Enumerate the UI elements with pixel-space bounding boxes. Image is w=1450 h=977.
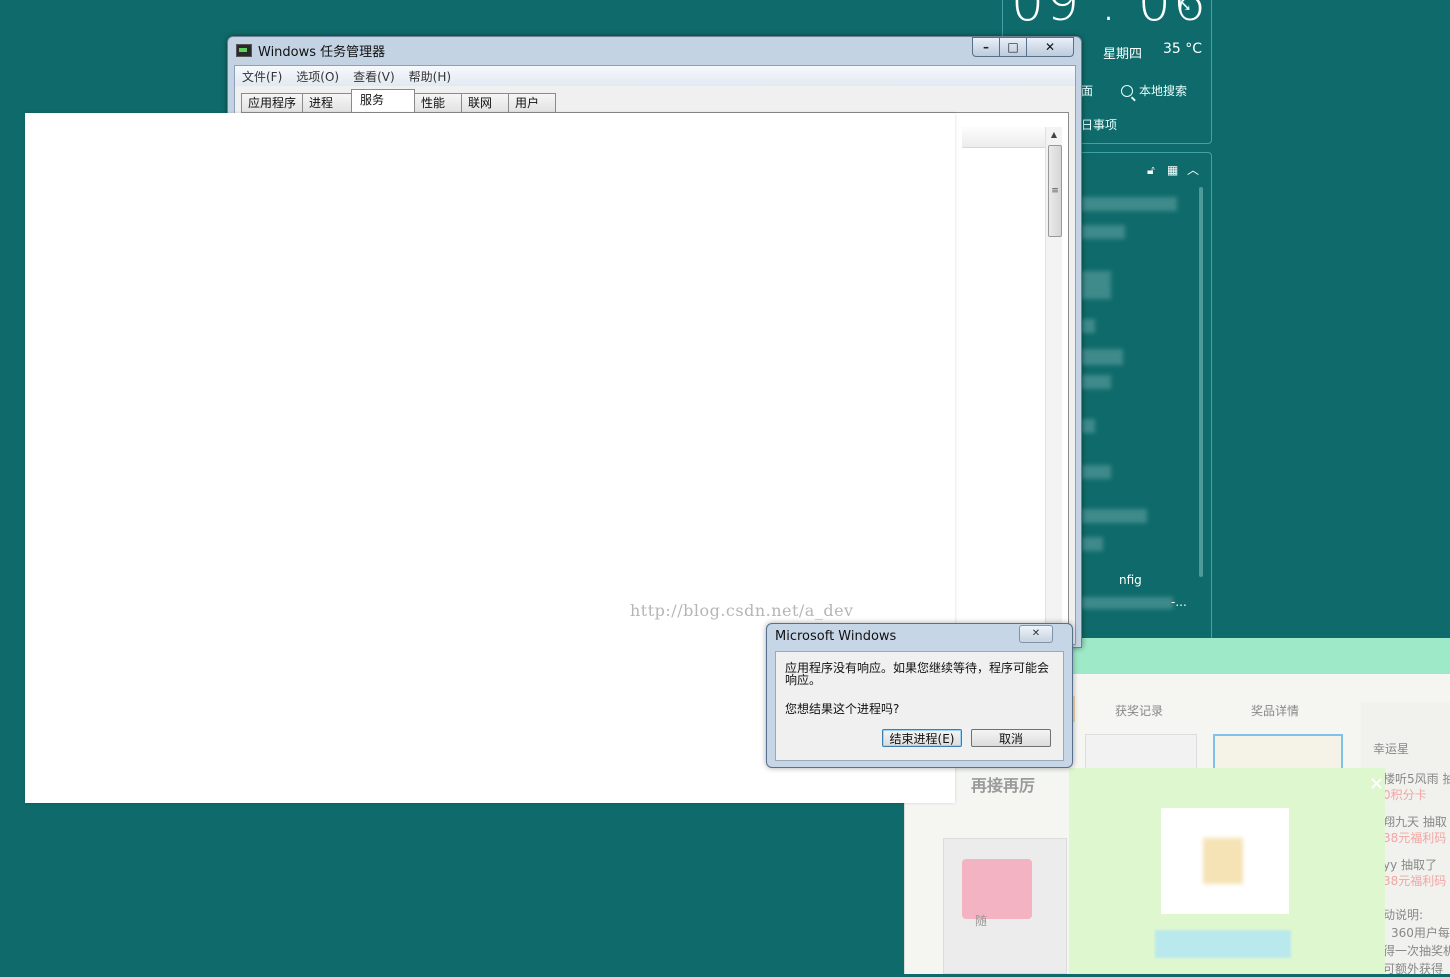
window-title: Windows 任务管理器 [236, 41, 385, 60]
dialog-message: 应用程序没有响应。如果您继续等待，程序可能会响应。 [785, 661, 1050, 687]
list-header[interactable] [962, 127, 1046, 148]
scroll-thumb[interactable]: ≡ [1048, 145, 1062, 237]
blurred-item[interactable] [1081, 597, 1173, 609]
blurred-item[interactable] [1081, 465, 1111, 479]
weather-icon: ☇ [1179, 0, 1192, 16]
dialog-question: 您想结果这个进程吗? [785, 702, 900, 716]
minimize-button[interactable]: – [972, 37, 1000, 57]
blurred-item[interactable] [1081, 375, 1111, 389]
tab-users[interactable]: 用户 [508, 93, 557, 112]
prize-thumbnail [1203, 838, 1243, 884]
tab-prize-records[interactable]: 获奖记录 [1115, 702, 1163, 719]
grid-icon[interactable]: ▦ [1167, 163, 1178, 177]
chevron-up-icon[interactable]: ︿ [1187, 161, 1199, 178]
side-text: 0积分卡 [1383, 788, 1427, 802]
tab-applications[interactable]: 应用程序 [241, 93, 304, 112]
tab-strip: 应用程序 进程 服务 性能 联网 用户 [241, 89, 557, 112]
dialog-title: Microsoft Windows [775, 629, 897, 644]
temperature-label: 35 °C [1163, 41, 1203, 57]
close-icon[interactable]: ✕ [1369, 774, 1384, 795]
blurred-item[interactable] [1081, 271, 1111, 299]
menu-bar: 文件(F) 选项(O) 查看(V) 帮助(H) [235, 66, 1075, 86]
menu-file[interactable]: 文件(F) [235, 68, 289, 85]
not-responding-dialog: Microsoft Windows ✕ 应用程序没有响应。如果您继续等待，程序可… [766, 623, 1073, 768]
prize-box[interactable] [943, 838, 1067, 974]
side-text: 得一次抽奖机 [1383, 944, 1450, 958]
tab-services[interactable]: 服务 [351, 89, 416, 112]
window-title-text: Windows 任务管理器 [258, 45, 386, 60]
lock-icon[interactable]: 🔓︎ [1147, 163, 1155, 178]
cancel-button[interactable]: 取消 [971, 729, 1051, 747]
side-text: 38元福利码 [1383, 874, 1447, 888]
side-text: 可额外获得 [1383, 962, 1444, 976]
maximize-button[interactable]: □ [999, 37, 1027, 57]
tab-processes[interactable]: 进程 [302, 93, 353, 112]
side-text: 楼听5风雨 抽 [1383, 772, 1450, 786]
local-search-link[interactable]: 本地搜索 [1121, 82, 1187, 99]
side-text: 动说明: [1383, 908, 1424, 922]
prize-image [1161, 808, 1289, 914]
widget-item-label: nfig [1119, 573, 1142, 587]
side-text: 翔九天 抽取 [1383, 815, 1447, 829]
close-button[interactable]: ✕ [1026, 37, 1074, 57]
widget-link-schedule[interactable]: 日事项 [1081, 116, 1117, 133]
blurred-item[interactable] [1081, 197, 1177, 211]
menu-options[interactable]: 选项(O) [289, 68, 346, 85]
prize-claim-button[interactable] [1155, 930, 1291, 958]
side-text: yy 抽取了 [1383, 858, 1438, 872]
blurred-item[interactable] [1081, 225, 1125, 239]
vertical-scrollbar[interactable]: ▲ ≡ [1045, 127, 1062, 627]
blurred-item[interactable] [1081, 419, 1095, 433]
random-label: 随 [975, 914, 988, 928]
widget-link-desktop[interactable]: 面 [1081, 82, 1093, 99]
side-text: 幸运星 [1373, 742, 1410, 756]
task-manager-icon [236, 44, 252, 57]
blurred-item[interactable] [1081, 509, 1147, 523]
menu-view[interactable]: 查看(V) [346, 68, 402, 85]
tab-performance[interactable]: 性能 [414, 93, 463, 112]
side-text: 38元福利码 [1383, 831, 1447, 845]
dialog-close-button[interactable]: ✕ [1019, 625, 1053, 643]
result-heading: 再接再厉 [971, 776, 1036, 795]
side-text: 360用户每 [1391, 926, 1450, 940]
gift-icon [962, 859, 1032, 919]
widget-scrollbar[interactable] [1199, 187, 1203, 577]
widget-item-label: -... [1171, 595, 1187, 609]
blurred-item[interactable] [1081, 537, 1103, 551]
weekday-label: 星期四 [1103, 47, 1143, 62]
tab-networking[interactable]: 联网 [461, 93, 510, 112]
blurred-item[interactable] [1081, 349, 1123, 365]
blurred-item[interactable] [1081, 319, 1095, 333]
dialog-body: 应用程序没有响应。如果您继续等待，程序可能会响应。 您想结果这个进程吗? 结束进… [775, 651, 1064, 761]
watermark-text: http://blog.csdn.net/a_dev [630, 601, 854, 620]
scroll-up-icon[interactable]: ▲ [1046, 127, 1062, 143]
end-process-button[interactable]: 结束进程(E) [882, 729, 962, 747]
menu-help[interactable]: 帮助(H) [402, 68, 458, 85]
search-icon [1121, 84, 1133, 97]
local-search-label: 本地搜索 [1139, 84, 1188, 98]
tab-prize-details[interactable]: 奖品详情 [1251, 702, 1299, 719]
